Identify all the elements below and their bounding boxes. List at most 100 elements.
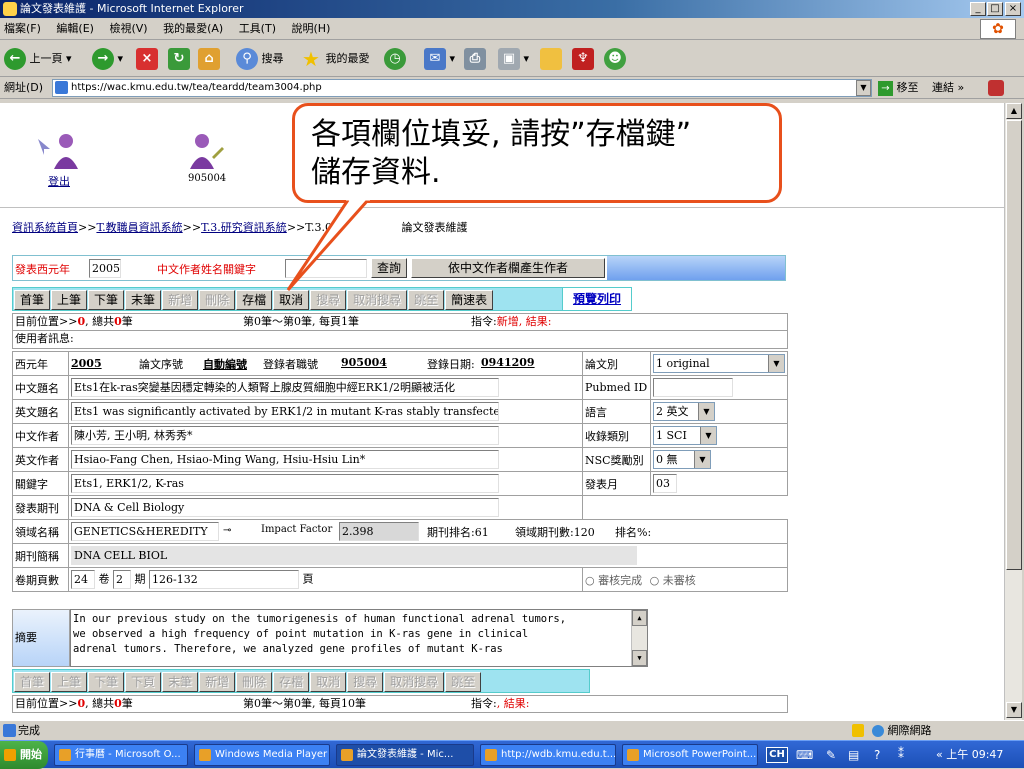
record-form: 西元年 2005 論文序號 自動編號 登錄者職號 905004 登錄日期: 09… (12, 351, 788, 592)
mail-button[interactable]: ✉ ▾ (424, 47, 455, 71)
close-button[interactable]: × (1005, 2, 1021, 16)
preview-print-link[interactable]: 預覽列印 (562, 287, 632, 311)
favorites-button[interactable]: ★ 我的最愛 (300, 47, 369, 71)
menu-favorites[interactable]: 我的最愛(A) (163, 22, 223, 35)
btnBot-button-5[interactable]: 新增 (199, 672, 236, 692)
logout-icon[interactable] (36, 131, 86, 171)
field-input[interactable]: GENETICS&HEREDITY (71, 522, 219, 541)
language-select[interactable]: 2 英文 (653, 402, 715, 421)
minimize-button[interactable]: _ (970, 2, 986, 16)
btnTop-button-3[interactable]: 末筆 (125, 290, 162, 310)
menu-help[interactable]: 說明(H) (292, 22, 331, 35)
page-scrollbar[interactable]: ▲ ▼ (1004, 103, 1022, 720)
command-status: 指令:新增, 結果: (471, 315, 552, 328)
links-button[interactable]: 連結 » (932, 77, 964, 99)
abstract-textarea[interactable]: In our previous study on the tumorigenes… (70, 609, 648, 667)
task-media-player[interactable]: Windows Media Player (194, 744, 330, 766)
keyboard-icon[interactable]: ⌨ (796, 748, 813, 762)
print-button[interactable]: ⎙ (464, 47, 486, 71)
scroll-thumb[interactable] (1006, 120, 1022, 570)
journal-input[interactable]: DNA & Cell Biology (71, 498, 499, 517)
abstract-scrollbar[interactable]: ▲ ▼ (631, 610, 647, 666)
btnTop-button-11[interactable]: 簡速表 (445, 290, 494, 310)
title-cn-input[interactable]: Ets1在k-ras突變基因穩定轉染的人類腎上腺皮質細胞中經ERK1/2明顯被活… (71, 378, 499, 397)
btnTop-button-2[interactable]: 下筆 (88, 290, 125, 310)
author-cn-input[interactable]: 陳小芳, 王小明, 林秀秀* (71, 426, 499, 445)
forward-button[interactable]: → ▾ (92, 47, 123, 71)
norton-icon[interactable] (988, 80, 1004, 96)
edit-button[interactable]: ▣ ▾ (498, 47, 529, 71)
keyword-input[interactable]: Ets1, ERK1/2, K-ras (71, 474, 499, 493)
help-icon[interactable]: ? (874, 748, 880, 762)
task-calendar[interactable]: 行事曆 - Microsoft O... (54, 744, 188, 766)
maximize-button[interactable]: □ (987, 2, 1003, 16)
btnBot-button-7[interactable]: 存檔 (273, 672, 310, 692)
month-input[interactable]: 03 (653, 474, 677, 493)
index-select[interactable]: 1 SCI (653, 426, 717, 445)
address-input[interactable]: https://wac.kmu.edu.tw/tea/teardd/team30… (52, 79, 872, 97)
history-button[interactable]: ◷ (384, 47, 406, 71)
issue-input[interactable]: 2 (113, 570, 131, 589)
generate-author-button[interactable]: 依中文作者欄產生作者 (411, 258, 605, 278)
title-en-input[interactable]: Ets1 was significantly activated by ERK1… (71, 402, 499, 421)
language-label: 語言 (582, 399, 651, 424)
btnTop-button-6[interactable]: 存檔 (236, 290, 273, 310)
btnTop-button-5[interactable]: 刪除 (199, 290, 236, 310)
messenger-button[interactable]: ♆ (572, 47, 594, 71)
btnBot-button-1[interactable]: 上筆 (51, 672, 88, 692)
ime-icon[interactable]: ▤ (848, 748, 859, 762)
scroll-down-icon[interactable]: ▼ (1006, 702, 1022, 718)
back-button[interactable]: ← 上一頁 ▾ (4, 47, 72, 71)
search-button[interactable]: ⚲ 搜尋 (236, 47, 284, 71)
menu-tools[interactable]: 工具(T) (239, 22, 276, 35)
language-indicator[interactable]: CH (766, 747, 788, 763)
type-select[interactable]: 1 original (653, 354, 785, 373)
task-powerpoint[interactable]: Microsoft PowerPoint... (622, 744, 758, 766)
btnBot-button-11[interactable]: 跳至 (445, 672, 482, 692)
pages-unit: 頁 (302, 572, 314, 586)
btnTop-button-0[interactable]: 首筆 (14, 290, 51, 310)
btnTop-button-1[interactable]: 上筆 (51, 290, 88, 310)
stop-button[interactable]: × (136, 47, 158, 71)
menu-file[interactable]: 檔案(F) (4, 22, 41, 35)
menu-edit[interactable]: 編輯(E) (56, 22, 94, 35)
author-en-input[interactable]: Hsiao-Fang Chen, Hsiao-Ming Wang, Hsiu-H… (71, 450, 499, 469)
callout-pointer (286, 196, 370, 291)
people-button[interactable]: ☻ (604, 47, 626, 71)
btnBot-button-3[interactable]: 下頁 (125, 672, 162, 692)
tray-toggle-icon[interactable]: ⁑ (898, 747, 904, 761)
btnBot-button-9[interactable]: 搜尋 (347, 672, 384, 692)
command-status-2: 指令:, 結果: (471, 697, 530, 710)
btnBot-button-0[interactable]: 首筆 (14, 672, 51, 692)
task-ie-wdb[interactable]: http://wdb.kmu.edu.t... (480, 744, 616, 766)
review-done-radio[interactable]: ○ 審核完成 (585, 574, 642, 587)
folder-button[interactable] (540, 47, 562, 71)
task-ie-active[interactable]: 論文發表維護 - Mic... (336, 744, 474, 766)
pages-input[interactable]: 126-132 (149, 570, 299, 589)
pen-icon[interactable]: ✎ (826, 748, 836, 762)
start-button[interactable]: 開始 (0, 741, 48, 769)
field-search-icon[interactable]: ⊸ (223, 525, 231, 536)
go-button[interactable]: → 移至 (878, 77, 919, 99)
menu-view[interactable]: 檢視(V) (109, 22, 147, 35)
breadcrumb-research[interactable]: T.3.研究資訊系統 (201, 221, 287, 234)
filter-year-input[interactable]: 2005 (89, 259, 121, 278)
pubmed-input[interactable] (653, 378, 733, 397)
filter-author-label: 中文作者姓名關鍵字 (157, 263, 256, 276)
btnBot-button-4[interactable]: 末筆 (162, 672, 199, 692)
breadcrumb-staff[interactable]: T.教職員資訊系統 (96, 221, 182, 234)
btnBot-button-6[interactable]: 刪除 (236, 672, 273, 692)
home-button[interactable]: ⌂ (198, 47, 220, 71)
scroll-up-icon[interactable]: ▲ (1006, 103, 1022, 119)
volume-input[interactable]: 24 (71, 570, 95, 589)
btnBot-button-8[interactable]: 取消 (310, 672, 347, 692)
nsc-select[interactable]: 0 無 (653, 450, 711, 469)
address-dropdown-icon[interactable]: ▼ (856, 80, 871, 96)
btnBot-button-10[interactable]: 取消搜尋 (384, 672, 445, 692)
review-not-radio[interactable]: ○ 未審核 (650, 574, 696, 587)
btnBot-button-2[interactable]: 下筆 (88, 672, 125, 692)
refresh-button[interactable]: ↻ (168, 47, 190, 71)
logout-link[interactable]: 登出 (48, 173, 70, 189)
breadcrumb-home[interactable]: 資訊系統首頁 (12, 221, 78, 234)
btnTop-button-4[interactable]: 新增 (162, 290, 199, 310)
